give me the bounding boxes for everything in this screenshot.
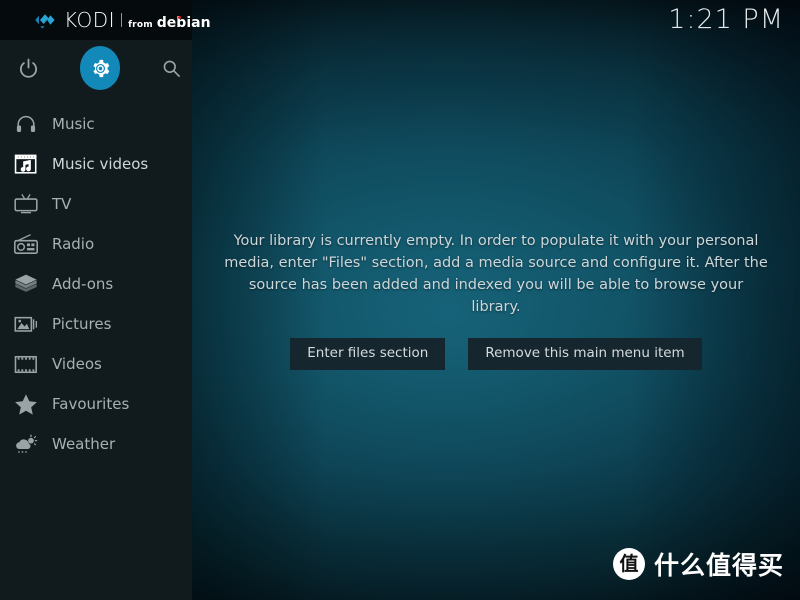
sidebar-item-add-ons[interactable]: Add-ons	[0, 264, 192, 304]
watermark: 值 什么值得买	[612, 546, 784, 582]
sidebar-item-favourites[interactable]: Favourites	[0, 384, 192, 424]
sidebar-item-label: Weather	[52, 435, 116, 453]
photo-icon	[8, 311, 44, 337]
headphones-icon	[8, 111, 44, 137]
sidebar-item-label: Videos	[52, 355, 102, 373]
sidebar-item-label: Pictures	[52, 315, 112, 333]
logo-from-label: from	[128, 20, 153, 30]
search-icon[interactable]	[151, 46, 192, 90]
sidebar-icon-row	[0, 40, 192, 96]
sidebar-item-label: Music	[52, 115, 95, 133]
logo-bar: KODI from debian	[0, 0, 211, 40]
sidebar-item-radio[interactable]: Radio	[0, 224, 192, 264]
sidebar-item-tv[interactable]: TV	[0, 184, 192, 224]
sidebar-item-label: TV	[52, 195, 72, 213]
music-video-icon	[8, 151, 44, 177]
remove-main-menu-item-button[interactable]: Remove this main menu item	[468, 337, 702, 371]
sidebar-item-weather[interactable]: Weather	[0, 424, 192, 464]
action-button-row: Enter files section Remove this main men…	[290, 337, 702, 371]
sidebar-menu: Music Music videos TV Radio Add-ons Pict…	[0, 104, 192, 464]
logo-distro: debian	[157, 15, 211, 31]
sidebar: KODI from debian Music Music videos TV R…	[0, 0, 211, 600]
kodi-diamond-icon	[34, 10, 56, 30]
sidebar-item-label: Music videos	[52, 155, 149, 173]
watermark-badge-icon: 值	[612, 548, 645, 580]
main-content: Your library is currently empty. In orde…	[192, 0, 800, 600]
enter-files-section-button[interactable]: Enter files section	[290, 337, 446, 371]
logo-distro-text: debian	[156, 15, 211, 31]
cloud-sun-icon	[8, 431, 44, 457]
sidebar-item-label: Radio	[52, 235, 95, 253]
logo-divider	[121, 13, 123, 27]
debian-accent-dot	[177, 16, 181, 19]
logo-brand: KODI	[64, 8, 116, 32]
kodi-home-screen: 1:21 PM Your library is currently empty.…	[0, 0, 800, 600]
empty-library-message: Your library is currently empty. In orde…	[224, 232, 768, 315]
logo-wordmark: KODI from debian	[64, 8, 211, 32]
box-icon	[8, 271, 44, 297]
sidebar-item-label: Favourites	[52, 395, 130, 413]
star-icon	[8, 391, 44, 417]
power-icon[interactable]	[8, 46, 49, 90]
sidebar-item-music[interactable]: Music	[0, 104, 192, 144]
sidebar-item-videos[interactable]: Videos	[0, 344, 192, 384]
radio-icon	[8, 231, 44, 257]
sidebar-item-label: Add-ons	[52, 275, 114, 293]
watermark-text: 什么值得买	[653, 551, 784, 580]
gear-icon[interactable]	[79, 46, 121, 90]
filmstrip-icon	[8, 351, 44, 377]
sidebar-item-pictures[interactable]: Pictures	[0, 304, 192, 344]
television-icon	[8, 191, 44, 217]
sidebar-item-music-videos[interactable]: Music videos	[0, 144, 192, 184]
